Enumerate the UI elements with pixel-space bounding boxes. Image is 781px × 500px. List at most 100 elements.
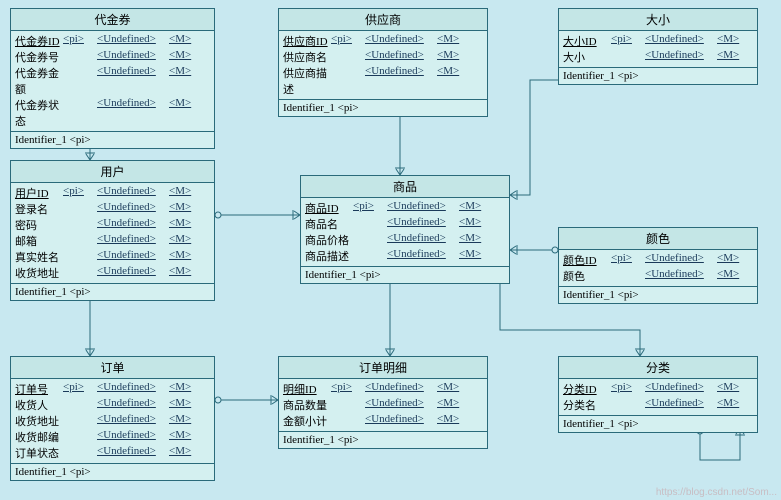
attr-type: <Undefined> (97, 185, 169, 201)
attr-type: <Undefined> (97, 65, 169, 97)
attr-type: <Undefined> (645, 268, 717, 284)
entity-voucher: 代金券代金券ID<pi><Undefined><M>代金券号<Undefined… (10, 8, 215, 149)
entity-order: 订单订单号<pi><Undefined><M>收货人<Undefined><M>… (10, 356, 215, 481)
attr-m: <M> (717, 33, 739, 49)
attr-name: 代金券ID (15, 33, 63, 49)
attr-pi (331, 49, 365, 65)
attr-pi (63, 233, 97, 249)
attr-pi: <pi> (331, 381, 365, 397)
entity-category: 分类分类ID<pi><Undefined><M>分类名<Undefined><M… (558, 356, 758, 433)
attribute-row: 商品名<Undefined><M> (305, 216, 505, 232)
attribute-row: 供应商ID<pi><Undefined><M> (283, 33, 483, 49)
attr-name: 邮箱 (15, 233, 63, 249)
entity-title: 大小 (559, 9, 757, 31)
attr-name: 真实姓名 (15, 249, 63, 265)
attr-type: <Undefined> (645, 49, 717, 65)
entity-title: 供应商 (279, 9, 487, 31)
attr-name: 商品数量 (283, 397, 331, 413)
entity-user: 用户用户ID<pi><Undefined><M>登录名<Undefined><M… (10, 160, 215, 301)
attr-pi (331, 65, 365, 97)
entity-color: 颜色颜色ID<pi><Undefined><M>颜色<Undefined><M>… (558, 227, 758, 304)
entity-body: 用户ID<pi><Undefined><M>登录名<Undefined><M>密… (11, 183, 214, 284)
attr-type: <Undefined> (97, 265, 169, 281)
attribute-row: 订单号<pi><Undefined><M> (15, 381, 210, 397)
attr-m: <M> (437, 397, 459, 413)
attr-type: <Undefined> (97, 217, 169, 233)
entity-body: 颜色ID<pi><Undefined><M>颜色<Undefined><M> (559, 250, 757, 287)
attr-name: 供应商名 (283, 49, 331, 65)
attr-type: <Undefined> (365, 413, 437, 429)
attr-pi: <pi> (63, 185, 97, 201)
attr-type: <Undefined> (365, 33, 437, 49)
attr-type: <Undefined> (645, 252, 717, 268)
attr-pi (63, 65, 97, 97)
attr-m: <M> (169, 445, 191, 461)
attribute-row: 用户ID<pi><Undefined><M> (15, 185, 210, 201)
attr-m: <M> (169, 97, 191, 129)
attr-type: <Undefined> (97, 445, 169, 461)
attr-name: 收货人 (15, 397, 63, 413)
entity-body: 明细ID<pi><Undefined><M>商品数量<Undefined><M>… (279, 379, 487, 432)
entity-title: 用户 (11, 161, 214, 183)
entity-orderdetail: 订单明细明细ID<pi><Undefined><M>商品数量<Undefined… (278, 356, 488, 449)
watermark-text: https://blog.csdn.net/Som... (656, 487, 777, 498)
attr-name: 密码 (15, 217, 63, 233)
entity-body: 订单号<pi><Undefined><M>收货人<Undefined><M>收货… (11, 379, 214, 464)
attribute-row: 邮箱<Undefined><M> (15, 233, 210, 249)
entity-identifier: Identifier_1 <pi> (279, 432, 487, 448)
attr-pi (63, 429, 97, 445)
attribute-row: 代金券号<Undefined><M> (15, 49, 210, 65)
attribute-row: 密码 <Undefined><M> (15, 217, 210, 233)
attr-name: 分类名 (563, 397, 611, 413)
attribute-row: 代金券状态<Undefined><M> (15, 97, 210, 129)
attr-pi (63, 49, 97, 65)
attr-pi: <pi> (611, 252, 645, 268)
attr-name: 商品描述 (305, 248, 353, 264)
attr-m: <M> (169, 249, 191, 265)
attr-pi (353, 216, 387, 232)
attr-name: 订单状态 (15, 445, 63, 461)
attr-type: <Undefined> (97, 397, 169, 413)
attr-type: <Undefined> (97, 97, 169, 129)
attr-pi (331, 397, 365, 413)
attr-pi (331, 413, 365, 429)
attr-m: <M> (437, 381, 459, 397)
attr-m: <M> (169, 381, 191, 397)
attribute-row: 颜色ID<pi><Undefined><M> (563, 252, 753, 268)
attr-type: <Undefined> (97, 201, 169, 217)
attr-m: <M> (169, 265, 191, 281)
entity-identifier: Identifier_1 <pi> (559, 68, 757, 84)
attr-type: <Undefined> (387, 200, 459, 216)
entity-identifier: Identifier_1 <pi> (279, 100, 487, 116)
attr-pi: <pi> (353, 200, 387, 216)
entity-identifier: Identifier_1 <pi> (301, 267, 509, 283)
attr-type: <Undefined> (97, 413, 169, 429)
attr-type: <Undefined> (365, 397, 437, 413)
attr-type: <Undefined> (387, 216, 459, 232)
entity-identifier: Identifier_1 <pi> (11, 284, 214, 300)
attr-name: 大小 (563, 49, 611, 65)
entity-title: 商品 (301, 176, 509, 198)
attr-pi: <pi> (63, 381, 97, 397)
attr-m: <M> (717, 252, 739, 268)
attr-m: <M> (437, 33, 459, 49)
attr-type: <Undefined> (97, 381, 169, 397)
attr-name: 订单号 (15, 381, 63, 397)
attr-m: <M> (169, 217, 191, 233)
attribute-row: 收货地址<Undefined><M> (15, 413, 210, 429)
entity-body: 商品ID<pi><Undefined><M>商品名<Undefined><M>商… (301, 198, 509, 267)
attr-pi (353, 248, 387, 264)
attr-name: 收货地址 (15, 265, 63, 281)
entity-size: 大小大小ID<pi><Undefined><M>大小<Undefined><M>… (558, 8, 758, 85)
attribute-row: 代金券ID<pi><Undefined><M> (15, 33, 210, 49)
attr-m: <M> (169, 397, 191, 413)
attribute-row: 真实姓名<Undefined><M> (15, 249, 210, 265)
attr-type: <Undefined> (645, 397, 717, 413)
attribute-row: 商品ID<pi><Undefined><M> (305, 200, 505, 216)
attr-pi: <pi> (611, 381, 645, 397)
attribute-row: 颜色<Undefined><M> (563, 268, 753, 284)
attr-type: <Undefined> (97, 429, 169, 445)
attr-name: 颜色ID (563, 252, 611, 268)
attr-name: 商品名 (305, 216, 353, 232)
attr-pi (611, 397, 645, 413)
